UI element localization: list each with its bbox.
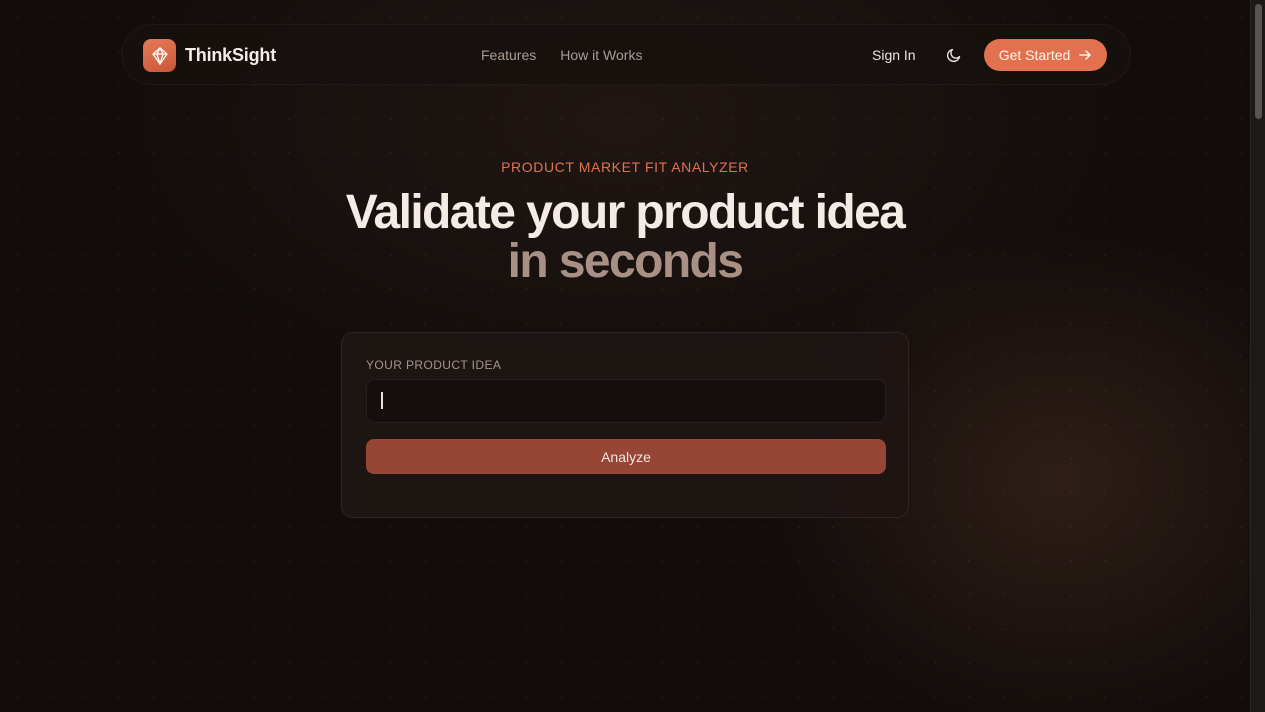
idea-form-card: YOUR PRODUCT IDEA Analyze bbox=[341, 332, 909, 518]
brand[interactable]: ThinkSight bbox=[143, 39, 276, 72]
page: ThinkSight Features How it Works Sign In… bbox=[0, 0, 1265, 712]
nav-link-how-it-works[interactable]: How it Works bbox=[560, 47, 642, 63]
hero-headline: Validate your product idea bbox=[345, 186, 906, 239]
sign-in-link[interactable]: Sign In bbox=[872, 47, 916, 63]
text-caret bbox=[381, 392, 383, 409]
theme-toggle-button[interactable] bbox=[944, 45, 964, 65]
top-navbar: ThinkSight Features How it Works Sign In… bbox=[121, 24, 1131, 85]
hero-headline-accent: in seconds bbox=[507, 235, 744, 288]
scrollbar-thumb[interactable] bbox=[1255, 4, 1262, 119]
hero-eyebrow: PRODUCT MARKET FIT ANALYZER bbox=[501, 159, 749, 175]
product-idea-input[interactable] bbox=[366, 379, 886, 423]
get-started-button[interactable]: Get Started bbox=[984, 39, 1107, 71]
nav-link-features[interactable]: Features bbox=[481, 47, 536, 63]
product-idea-label: YOUR PRODUCT IDEA bbox=[366, 358, 502, 372]
brand-name: ThinkSight bbox=[185, 45, 276, 65]
get-started-label: Get Started bbox=[998, 47, 1071, 63]
moon-icon bbox=[946, 48, 961, 63]
scrollbar[interactable] bbox=[1250, 0, 1265, 712]
diamond-logo-icon bbox=[143, 39, 176, 72]
analyze-button[interactable]: Analyze bbox=[366, 439, 886, 474]
nav-links: Features How it Works bbox=[481, 47, 642, 63]
arrow-right-icon bbox=[1079, 50, 1092, 60]
